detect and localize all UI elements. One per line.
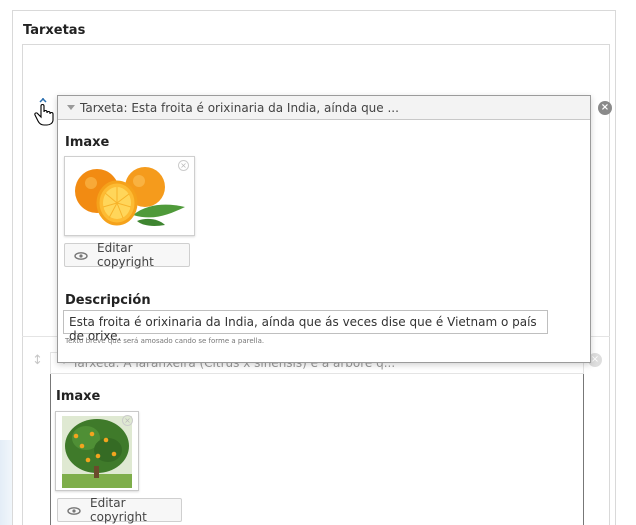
copyright-icon <box>67 505 81 515</box>
description-label: Descripción <box>65 293 151 308</box>
oranges-image <box>75 167 185 226</box>
drag-handle-icon[interactable]: ↕ <box>32 353 43 368</box>
description-input[interactable]: Esta froita é orixinaria da India, aínda… <box>63 310 548 343</box>
remove-image-icon[interactable]: × <box>178 160 189 171</box>
section-title: Tarxetas <box>23 23 86 38</box>
hand-pointer-icon <box>34 98 54 130</box>
edit-copyright-label-2: Editar copyright <box>90 496 147 524</box>
close-icon[interactable]: × <box>598 101 612 115</box>
copyright-icon <box>74 250 88 260</box>
image-label-2: Imaxe <box>56 389 101 404</box>
image-label-1: Imaxe <box>65 135 110 150</box>
orange-tree-image <box>62 416 132 488</box>
edit-copyright-button-2[interactable]: Editar copyright <box>57 496 182 524</box>
edit-copyright-label-1: Editar copyright <box>97 241 154 269</box>
description-help-text: Texto breve que será amosado cando se fo… <box>65 337 265 345</box>
edit-copyright-button-1[interactable]: Editar copyright <box>64 241 190 269</box>
card-title-1[interactable]: Tarxeta: Esta froita é orixinaria da Ind… <box>80 101 399 115</box>
triangle-down-icon[interactable] <box>67 105 75 110</box>
image-thumbnail-1[interactable] <box>64 156 195 236</box>
remove-image-icon[interactable]: × <box>122 415 133 426</box>
